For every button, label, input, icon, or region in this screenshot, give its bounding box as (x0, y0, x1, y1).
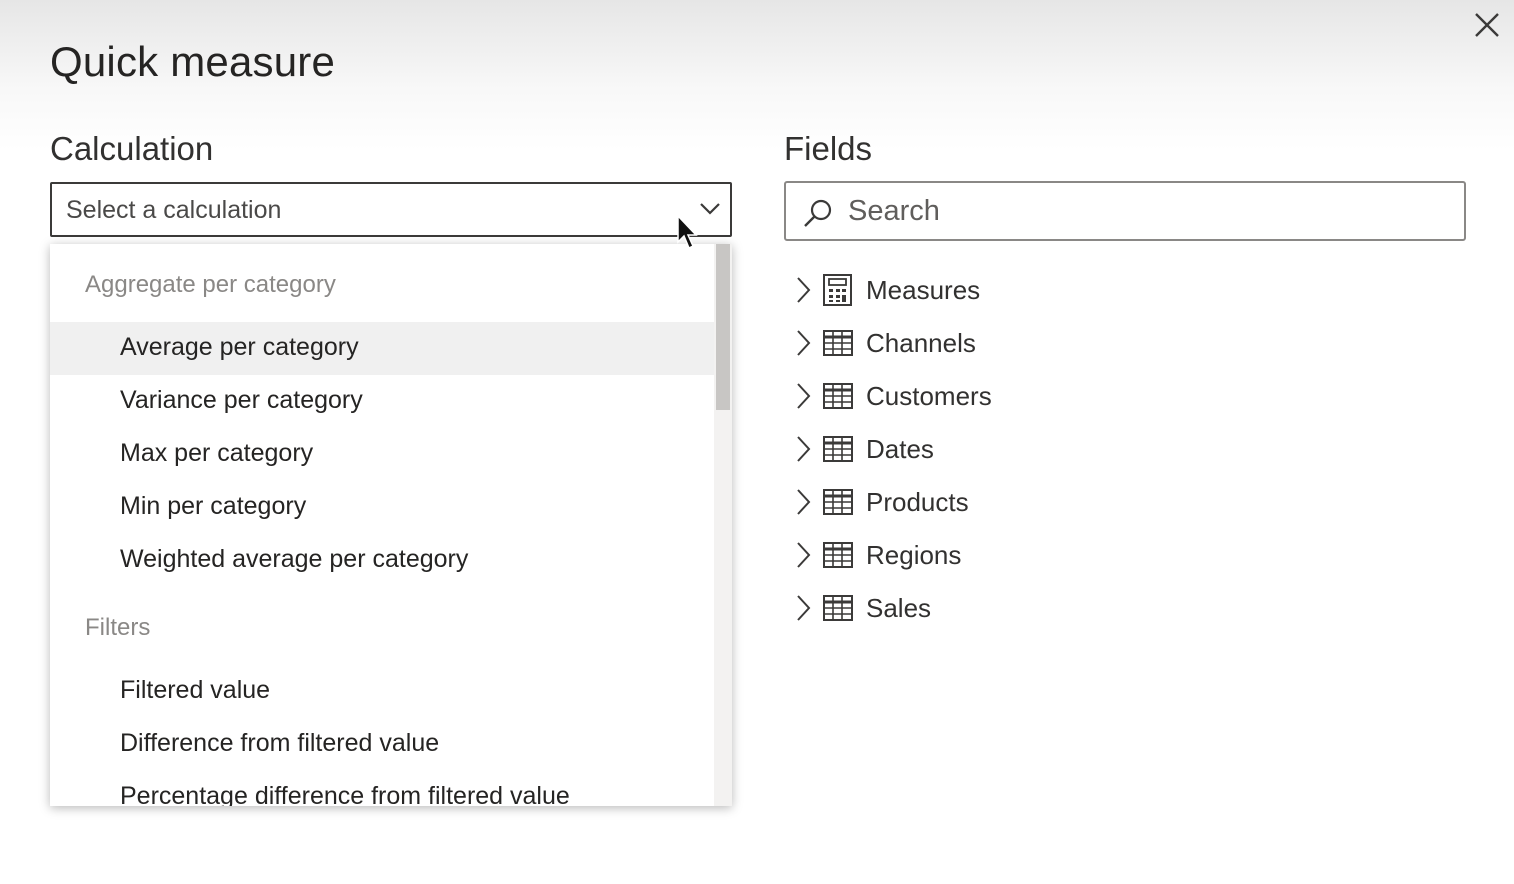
field-table-channels[interactable]: Channels (790, 321, 1190, 365)
dropdown-item[interactable]: Average per category (50, 322, 714, 375)
dropdown-item[interactable]: Max per category (50, 428, 714, 481)
table-icon (823, 330, 853, 356)
table-icon (823, 436, 853, 462)
table-icon (823, 542, 853, 568)
dropdown-item-label: Variance per category (120, 386, 363, 414)
search-icon (804, 199, 832, 227)
calculation-label: Calculation (50, 130, 214, 167)
dropdown-scrollbar[interactable] (714, 244, 732, 806)
field-table-regions[interactable]: Regions (790, 533, 1190, 577)
quick-measure-dialog: Quick measure Calculation Fields Select … (0, 0, 1514, 884)
calculation-select[interactable]: Select a calculation (50, 182, 732, 237)
chevron-right-icon[interactable] (794, 593, 812, 623)
chevron-right-icon[interactable] (794, 540, 812, 570)
dropdown-item-label: Average per category (120, 333, 359, 361)
dropdown-item-label: Max per category (120, 439, 314, 467)
chevron-right-icon[interactable] (794, 381, 812, 411)
dropdown-item[interactable]: Variance per category (50, 375, 714, 428)
mouse-pointer-icon (677, 214, 698, 250)
dropdown-item-label: Percentage difference from filtered valu… (120, 782, 570, 806)
chevron-right-icon[interactable] (794, 275, 812, 305)
dropdown-item-label: Min per category (120, 492, 307, 520)
close-button[interactable] (1468, 6, 1506, 44)
field-table-name: Regions (866, 540, 962, 570)
dropdown-item[interactable]: Difference from filtered value (50, 718, 714, 771)
dropdown-item-label: Difference from filtered value (120, 729, 440, 757)
dialog-title: Quick measure (50, 38, 336, 85)
dropdown-item[interactable]: Weighted average per category (50, 534, 714, 587)
dropdown-item[interactable]: Filtered value (50, 665, 714, 718)
calculator-icon (823, 274, 852, 306)
dropdown-group-header: Aggregate per category (85, 271, 336, 298)
dropdown-item-label: Weighted average per category (120, 545, 469, 573)
fields-label: Fields (784, 130, 873, 167)
field-table-measures[interactable]: Measures (790, 268, 1190, 312)
field-table-name: Channels (866, 328, 976, 358)
field-table-dates[interactable]: Dates (790, 427, 1190, 471)
close-icon (1475, 13, 1499, 37)
table-icon (823, 595, 853, 621)
field-table-customers[interactable]: Customers (790, 374, 1190, 418)
chevron-right-icon[interactable] (794, 487, 812, 517)
table-icon (823, 489, 853, 515)
field-table-name: Dates (866, 434, 934, 464)
field-table-name: Sales (866, 593, 932, 623)
fields-search-input[interactable] (846, 189, 1450, 233)
dropdown-item-label: Filtered value (120, 676, 271, 704)
calculation-dropdown-list[interactable]: Aggregate per category Average per categ… (50, 244, 732, 806)
chevron-down-icon (700, 203, 720, 215)
fields-search-box[interactable] (784, 181, 1466, 241)
chevron-right-icon[interactable] (794, 434, 812, 464)
field-table-products[interactable]: Products (790, 480, 1190, 524)
field-table-sales[interactable]: Sales (790, 586, 1190, 630)
calculation-select-placeholder: Select a calculation (66, 196, 282, 224)
table-icon (823, 383, 853, 409)
scrollbar-thumb[interactable] (716, 244, 730, 410)
field-table-name: Customers (866, 381, 992, 411)
dropdown-item[interactable]: Min per category (50, 481, 714, 534)
field-table-name: Measures (866, 275, 981, 305)
chevron-right-icon[interactable] (794, 328, 812, 358)
field-table-name: Products (866, 487, 969, 517)
dropdown-group-header: Filters (85, 614, 151, 641)
dropdown-item[interactable]: Percentage difference from filtered valu… (50, 771, 714, 806)
